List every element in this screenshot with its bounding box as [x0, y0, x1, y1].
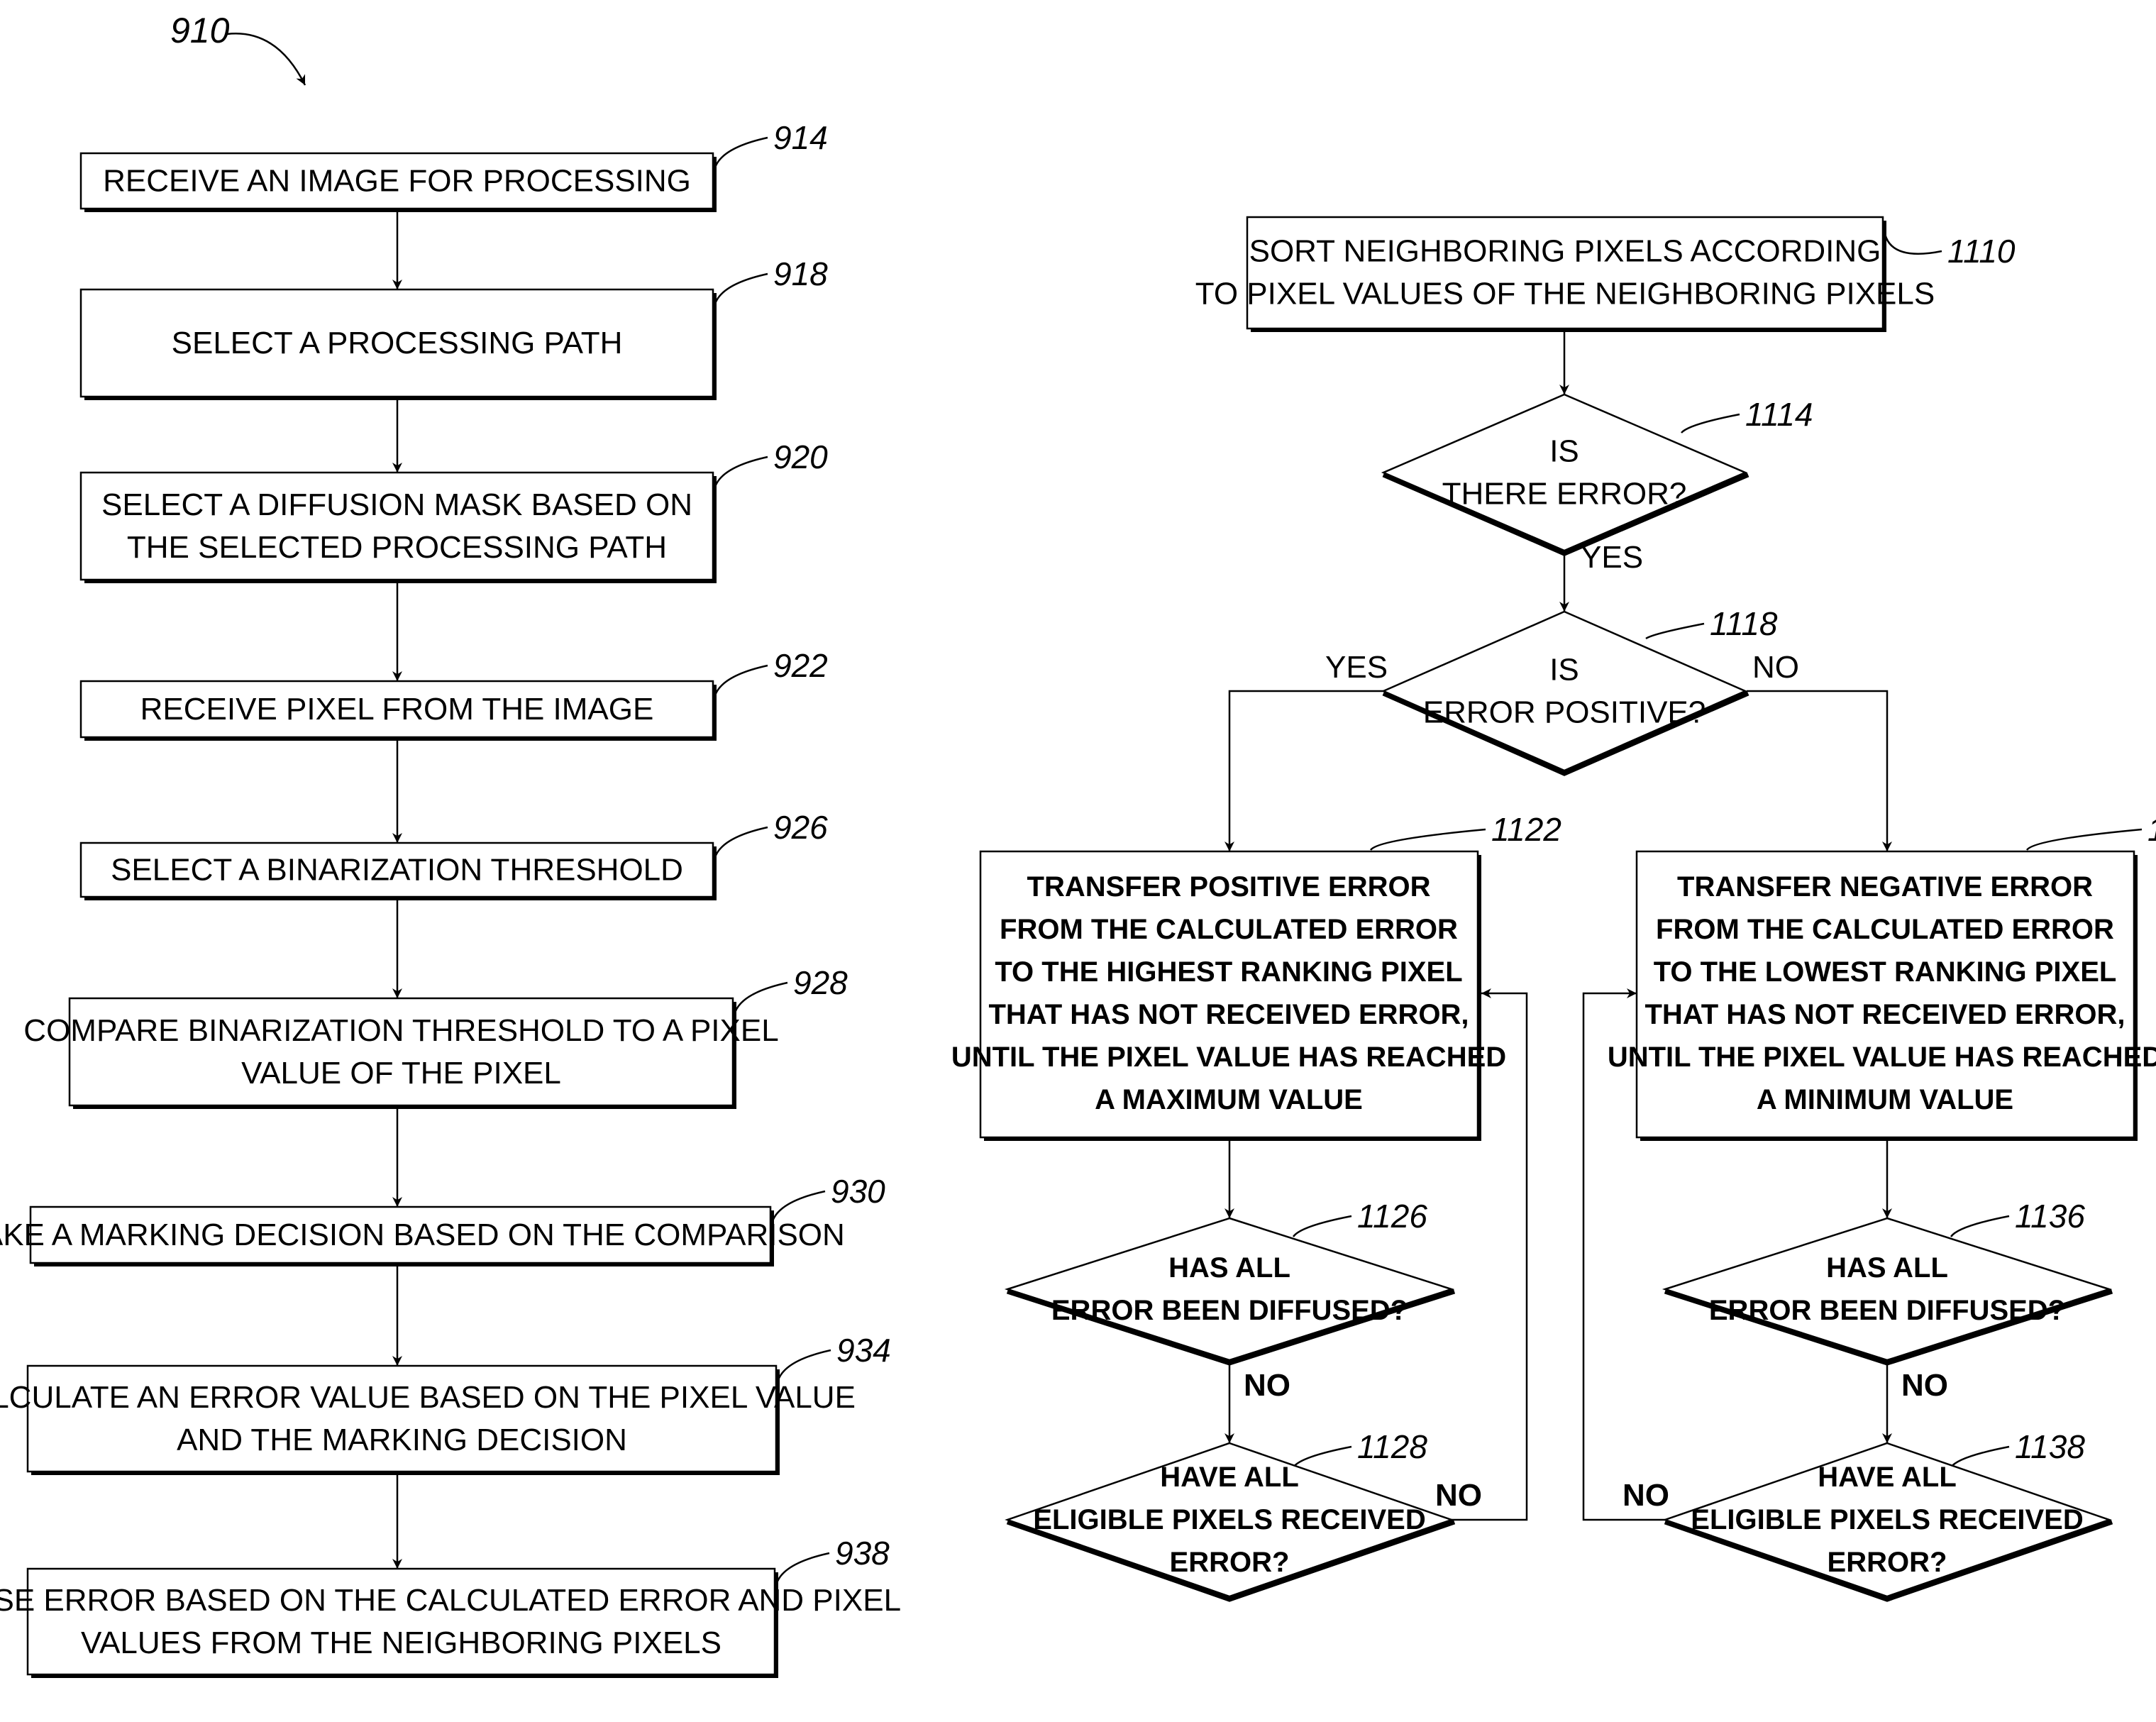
step-box-938-text: VALUES FROM THE NEIGHBORING PIXELS [81, 1626, 722, 1660]
no-label-1138: NO [1622, 1478, 1669, 1513]
step-box-928-text: VALUE OF THE PIXEL [241, 1056, 561, 1091]
decision-diamond-1118-text: ERROR POSITIVE? [1423, 695, 1706, 730]
figure-pointer-arrow [226, 33, 306, 86]
transfer-box-1132-text: FROM THE CALCULATED ERROR [1656, 914, 2114, 945]
ref-label-1128: 1128 [1357, 1428, 1427, 1465]
decision-diamond-1114-text: IS [1549, 434, 1579, 469]
ref-label-1122: 1122 [1491, 811, 1561, 848]
sort-box-1110-text: TO PIXEL VALUES OF THE NEIGHBORING PIXEL… [1195, 277, 1935, 311]
ref-label-930: 930 [831, 1173, 885, 1210]
ref-label-1114-leader [1681, 413, 1740, 434]
transfer-box-1132-text: A MINIMUM VALUE [1757, 1084, 2013, 1115]
ref-label-1126-leader [1292, 1215, 1352, 1237]
ref-label-1118: 1118 [1710, 605, 1778, 642]
no-label-1118: NO [1752, 650, 1799, 685]
ref-label-1132: 1132 [2147, 811, 2156, 848]
transfer-box-1122-text: FROM THE CALCULATED ERROR [1000, 914, 1458, 945]
decision-diamond-1128-text: ERROR? [1170, 1547, 1290, 1578]
decision-diamond-1128-text: HAVE ALL [1160, 1462, 1299, 1493]
ref-label-1114: 1114 [1745, 396, 1813, 433]
ref-label-918: 918 [773, 255, 828, 292]
ref-label-1136-leader [1950, 1215, 2010, 1237]
no-label-1128: NO [1435, 1478, 1482, 1513]
sort-box-1110-text: SORT NEIGHBORING PIXELS ACCORDING [1249, 234, 1881, 269]
ref-label-926-leader [714, 826, 768, 858]
transfer-box-1132-text: TO THE LOWEST RANKING PIXEL [1654, 956, 2117, 988]
decision-diamond-1118 [1381, 610, 1748, 772]
transfer-box-1122-text: A MAXIMUM VALUE [1095, 1084, 1363, 1115]
arrow-1118-no [1747, 690, 1892, 851]
ref-label-922-leader [714, 664, 768, 696]
ref-label-938: 938 [835, 1535, 890, 1572]
decision-diamond-1136 [1662, 1217, 2113, 1362]
decision-diamond-1136-text: HAS ALL [1826, 1252, 1948, 1284]
step-box-934-text: AND THE MARKING DECISION [177, 1423, 627, 1457]
ref-label-928-leader [734, 981, 788, 1013]
transfer-box-1132-text: UNTIL THE PIXEL VALUE HAS REACHED [1608, 1042, 2156, 1073]
decision-diamond-1136-text: ERROR BEEN DIFFUSED? [1709, 1295, 2065, 1326]
step-box-926-text: SELECT A BINARIZATION THRESHOLD [111, 853, 683, 888]
step-box-918-text: SELECT A PROCESSING PATH [172, 326, 623, 360]
ref-label-1110: 1110 [1947, 233, 2016, 270]
step-box-934-text: CALCULATE AN ERROR VALUE BASED ON THE PI… [0, 1380, 856, 1415]
ref-label-1136: 1136 [2015, 1198, 2085, 1235]
ref-label-920: 920 [773, 438, 828, 475]
ref-label-930-leader [771, 1190, 826, 1222]
decision-diamond-1114-text: THERE ERROR? [1442, 477, 1687, 512]
ref-label-934: 934 [836, 1332, 891, 1369]
decision-diamond-1118-text: IS [1549, 653, 1579, 688]
step-box-938-text: DIFFUSE ERROR BASED ON THE CALCULATED ER… [0, 1583, 901, 1618]
ref-label-920-leader [714, 456, 768, 487]
transfer-box-1122-text: THAT HAS NOT RECEIVED ERROR, [988, 999, 1469, 1030]
ref-label-914: 914 [773, 119, 828, 156]
decision-diamond-1126-text: ERROR BEEN DIFFUSED? [1051, 1295, 1408, 1326]
ref-label-922: 922 [773, 647, 828, 684]
ref-label-1128-leader [1292, 1445, 1352, 1468]
ref-label-934-leader [777, 1349, 831, 1381]
transfer-box-1132-text: THAT HAS NOT RECEIVED ERROR, [1644, 999, 2125, 1030]
ref-label-914-leader [714, 136, 768, 168]
no-label-1126: NO [1244, 1368, 1290, 1403]
ref-label-1138: 1138 [2015, 1428, 2085, 1465]
transfer-box-1122-text: UNTIL THE PIXEL VALUE HAS REACHED [951, 1042, 1506, 1073]
decision-diamond-1126-text: HAS ALL [1168, 1252, 1290, 1284]
ref-label-918-leader [714, 272, 768, 304]
yes-label-1118: YES [1325, 650, 1388, 685]
no-label-1136: NO [1901, 1368, 1948, 1403]
arrow-1118-yes [1225, 690, 1383, 851]
step-box-930-text: MAKE A MARKING DECISION BASED ON THE COM… [0, 1218, 845, 1252]
ref-label-1138-leader [1950, 1445, 2010, 1468]
ref-label-1122-leader [1369, 828, 1486, 851]
step-box-928-text: COMPARE BINARIZATION THRESHOLD TO A PIXE… [23, 1013, 778, 1048]
step-box-920-text: SELECT A DIFFUSION MASK BASED ON [101, 487, 692, 522]
ref-label-1132-leader [2025, 828, 2143, 851]
step-box-914-text: RECEIVE AN IMAGE FOR PROCESSING [103, 164, 691, 199]
flowchart-canvas: 910 RECEIVE AN IMAGE FOR PROCESSING 914 SEL… [0, 11, 2156, 1678]
figure-ref-910: 910 [170, 11, 230, 50]
decision-diamond-1126 [1004, 1217, 1455, 1362]
ref-label-1118-leader [1645, 622, 1705, 640]
transfer-box-1122-text: TRANSFER POSITIVE ERROR [1027, 871, 1431, 903]
transfer-box-1132-text: TRANSFER NEGATIVE ERROR [1677, 871, 2093, 903]
yes-label-1114: YES [1581, 540, 1643, 575]
ref-label-928: 928 [793, 964, 848, 1001]
decision-diamond-1138-text: ERROR? [1828, 1547, 1947, 1578]
transfer-box-1122-text: TO THE HIGHEST RANKING PIXEL [995, 956, 1462, 988]
ref-label-926: 926 [773, 809, 828, 846]
decision-diamond-1138-text: HAVE ALL [1818, 1462, 1957, 1493]
decision-diamond-1128-text: ELIGIBLE PIXELS RECEIVED [1033, 1504, 1425, 1535]
ref-label-1126: 1126 [1357, 1198, 1427, 1235]
ref-label-1110-leader [1884, 233, 1942, 255]
step-box-920-text: THE SELECTED PROCESSING PATH [127, 530, 667, 565]
step-box-922-text: RECEIVE PIXEL FROM THE IMAGE [140, 692, 654, 727]
decision-diamond-1114 [1381, 393, 1748, 552]
decision-diamond-1138-text: ELIGIBLE PIXELS RECEIVED [1691, 1504, 2083, 1535]
ref-label-938-leader [775, 1552, 830, 1584]
